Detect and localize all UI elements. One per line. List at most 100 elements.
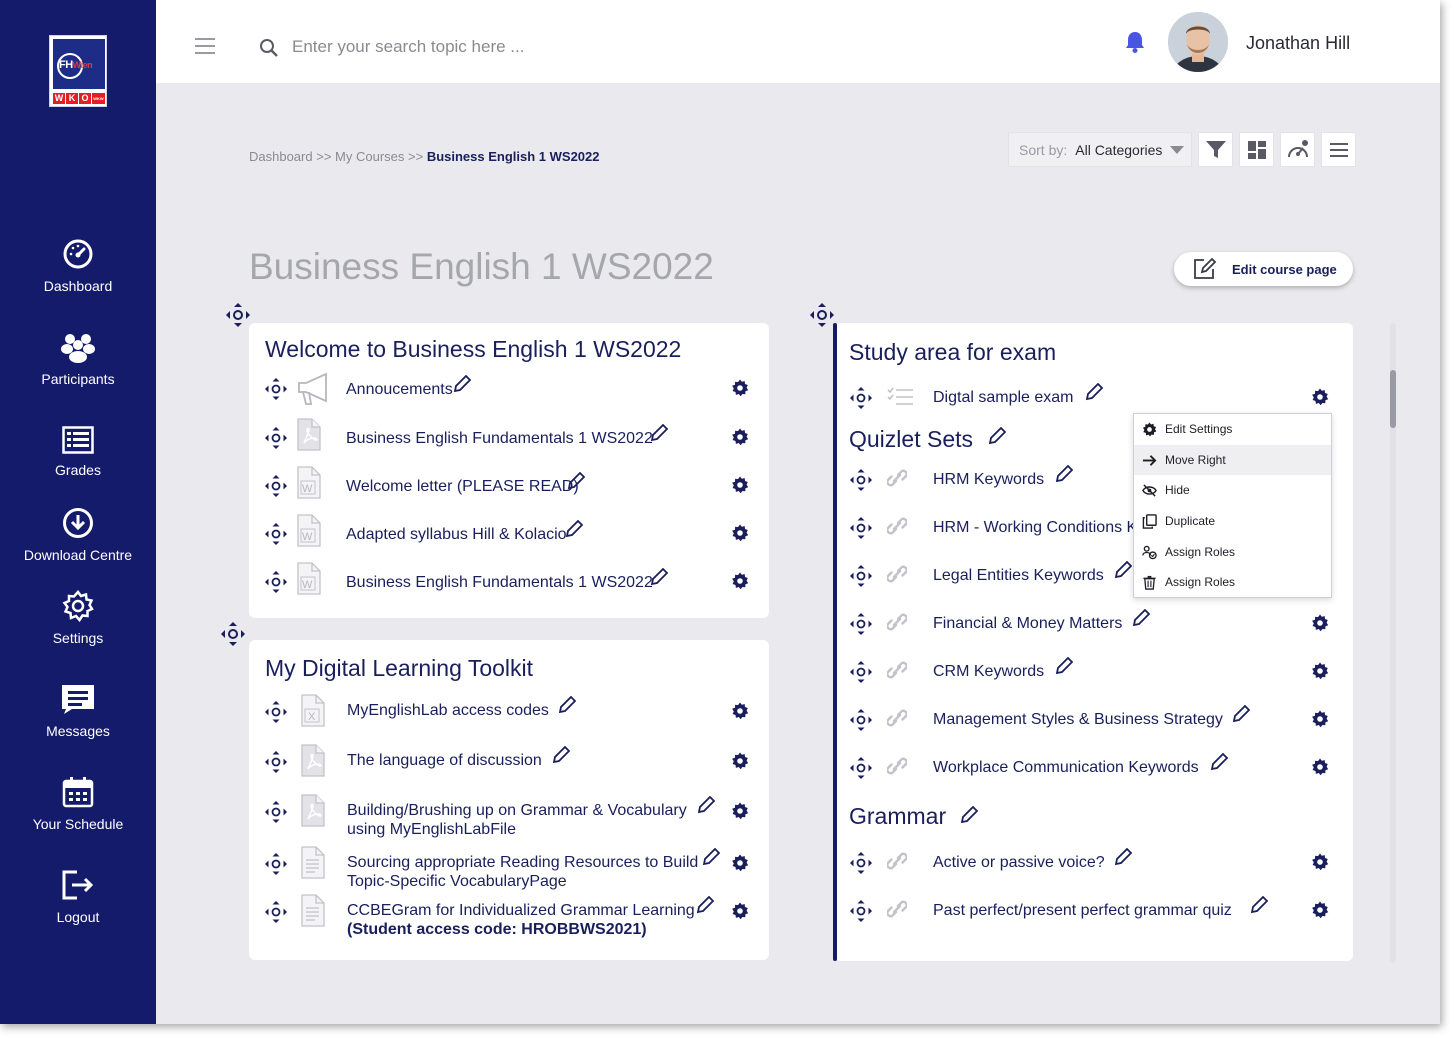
sidebar-item-messages[interactable]: Messages — [0, 683, 156, 739]
pencil-icon[interactable] — [650, 424, 668, 442]
sidebar-item-dashboard[interactable]: Dashboard — [0, 238, 156, 294]
pencil-icon[interactable] — [552, 746, 570, 764]
move-item-icon[interactable] — [264, 474, 288, 498]
settings-gear-icon[interactable] — [731, 524, 749, 542]
pencil-icon[interactable] — [1232, 705, 1250, 723]
breadcrumb-my-courses[interactable]: My Courses — [335, 149, 404, 164]
item-label[interactable]: Legal Entities Keywords — [933, 566, 1104, 585]
settings-gear-icon[interactable] — [731, 702, 749, 720]
item-label[interactable]: Business English Fundamentals 1 WS2022 — [346, 429, 653, 448]
pencil-icon[interactable] — [1085, 383, 1103, 401]
item-label[interactable]: Annoucements — [346, 380, 453, 399]
pencil-icon[interactable] — [453, 375, 471, 393]
list-item[interactable]: W Welcome letter (PLEASE READ) — [264, 466, 764, 514]
settings-gear-icon[interactable] — [731, 854, 749, 872]
sort-dropdown[interactable]: Sort by: All Categories — [1008, 132, 1192, 167]
move-item-icon[interactable] — [264, 700, 288, 724]
list-item[interactable]: Sourcing appropriate Reading Resources t… — [264, 846, 764, 892]
move-item-icon[interactable] — [264, 750, 288, 774]
move-item-icon[interactable] — [849, 851, 873, 875]
sidebar-item-settings[interactable]: Settings — [0, 590, 156, 646]
move-section-icon[interactable] — [809, 302, 835, 328]
move-item-icon[interactable] — [264, 900, 288, 924]
pencil-icon[interactable] — [567, 472, 585, 490]
pencil-icon[interactable] — [565, 520, 583, 538]
item-label[interactable]: The language of discussion — [347, 751, 542, 770]
move-item-icon[interactable] — [849, 708, 873, 732]
move-item-icon[interactable] — [849, 564, 873, 588]
move-section-icon[interactable] — [220, 621, 246, 647]
settings-gear-icon[interactable] — [1311, 662, 1329, 680]
sidebar-item-your-schedule[interactable]: Your Schedule — [0, 776, 156, 832]
menu-item-edit-settings[interactable]: Edit Settings — [1134, 414, 1331, 444]
list-item[interactable]: Financial & Money Matters — [849, 609, 1349, 652]
list-item[interactable]: W Business English Fundamentals 1 WS2022 — [264, 562, 764, 610]
menu-item-assign-roles-delete[interactable]: Assign Roles — [1134, 567, 1331, 597]
pencil-icon[interactable] — [1210, 753, 1228, 771]
list-item[interactable]: W Adapted syllabus Hill & Kolacio — [264, 514, 764, 562]
settings-gear-icon[interactable] — [1311, 758, 1329, 776]
item-label[interactable]: Business English Fundamentals 1 WS2022 — [346, 573, 653, 592]
pencil-icon[interactable] — [650, 568, 668, 586]
item-label[interactable]: CCBEGram for Individualized Grammar Lear… — [347, 901, 695, 920]
sidebar-item-grades[interactable]: Grades — [0, 426, 156, 478]
pencil-icon[interactable] — [1114, 848, 1132, 866]
item-label-line2[interactable]: Topic-Specific VocabularyPage — [347, 872, 567, 891]
list-view-button[interactable] — [1321, 132, 1356, 167]
list-item[interactable]: Annoucements — [264, 372, 764, 417]
item-label[interactable]: Digtal sample exam — [933, 388, 1074, 407]
pencil-icon[interactable] — [1114, 561, 1132, 579]
list-item[interactable]: Business English Fundamentals 1 WS2022 — [264, 418, 764, 466]
list-item[interactable]: Workplace Communication Keywords — [849, 753, 1349, 796]
settings-gear-icon[interactable] — [731, 428, 749, 446]
move-item-icon[interactable] — [264, 377, 288, 401]
item-label[interactable]: Sourcing appropriate Reading Resources t… — [347, 853, 698, 872]
pencil-icon[interactable] — [702, 848, 720, 866]
move-item-icon[interactable] — [849, 899, 873, 923]
move-item-icon[interactable] — [849, 468, 873, 492]
filter-button[interactable] — [1198, 132, 1233, 167]
move-item-icon[interactable] — [849, 660, 873, 684]
pencil-icon[interactable] — [1132, 609, 1150, 627]
list-item[interactable]: Building/Brushing up on Grammar & Vocabu… — [264, 794, 764, 840]
pencil-icon[interactable] — [1250, 896, 1268, 914]
settings-gear-icon[interactable] — [731, 379, 749, 397]
list-item[interactable]: CRM Keywords — [849, 657, 1349, 700]
move-item-icon[interactable] — [264, 426, 288, 450]
hamburger-menu-icon[interactable] — [195, 38, 215, 54]
move-item-icon[interactable] — [849, 756, 873, 780]
list-item[interactable]: Active or passive voice? — [849, 848, 1349, 891]
breadcrumb-dashboard[interactable]: Dashboard — [249, 149, 313, 164]
list-item[interactable]: Past perfect/present perfect grammar qui… — [849, 896, 1349, 939]
settings-gear-icon[interactable] — [1311, 614, 1329, 632]
settings-gear-icon[interactable] — [1311, 853, 1329, 871]
menu-item-assign-roles[interactable]: Assign Roles — [1134, 537, 1331, 567]
settings-gear-icon[interactable] — [1311, 710, 1329, 728]
item-label[interactable]: CRM Keywords — [933, 662, 1044, 681]
list-item[interactable]: X MyEnglishLab access codes — [264, 694, 764, 740]
fh-wien-wko-logo[interactable]: FHWien W K O WKW — [49, 35, 107, 107]
list-item[interactable]: CCBEGram for Individualized Grammar Lear… — [264, 894, 764, 940]
edit-course-page-button[interactable]: Edit course page — [1174, 252, 1353, 286]
settings-gear-icon[interactable] — [731, 802, 749, 820]
settings-gear-icon[interactable] — [731, 902, 749, 920]
avatar[interactable] — [1168, 12, 1228, 72]
dashboard-view-button[interactable] — [1280, 132, 1315, 167]
item-label[interactable]: Active or passive voice? — [933, 853, 1105, 872]
move-item-icon[interactable] — [849, 516, 873, 540]
move-item-icon[interactable] — [849, 386, 873, 410]
move-item-icon[interactable] — [264, 570, 288, 594]
item-label[interactable]: MyEnglishLab access codes — [347, 701, 549, 720]
settings-gear-icon[interactable] — [1311, 388, 1329, 406]
user-name[interactable]: Jonathan Hill — [1246, 33, 1350, 54]
move-item-icon[interactable] — [264, 800, 288, 824]
move-section-icon[interactable] — [225, 302, 251, 328]
list-item[interactable]: Management Styles & Business Strategy — [849, 705, 1349, 748]
item-label[interactable]: Adapted syllabus Hill & Kolacio — [346, 525, 567, 544]
pencil-icon[interactable] — [960, 806, 978, 824]
sidebar-item-download-centre[interactable]: Download Centre — [0, 507, 156, 563]
pencil-icon[interactable] — [697, 796, 715, 814]
pencil-icon[interactable] — [558, 696, 576, 714]
bell-icon[interactable] — [1124, 30, 1146, 54]
sidebar-item-logout[interactable]: Logout — [0, 869, 156, 925]
